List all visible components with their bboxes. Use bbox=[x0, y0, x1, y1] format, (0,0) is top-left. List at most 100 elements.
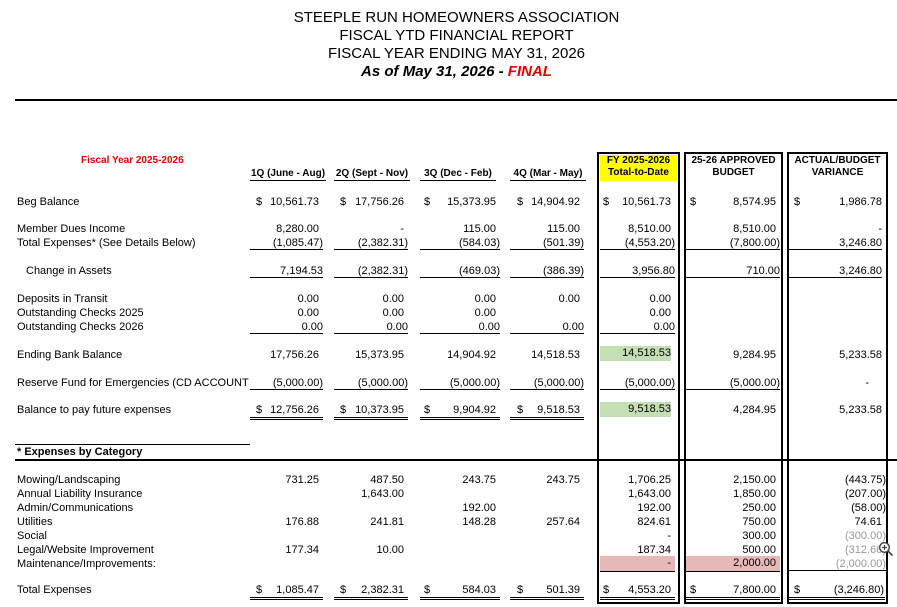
cell-q2: 15,373.95 bbox=[355, 349, 404, 361]
col-header-q3: 3Q (Dec - Feb) bbox=[420, 168, 496, 181]
currency-symbol: $ bbox=[794, 196, 801, 208]
cell-q1: 0.00 bbox=[250, 321, 323, 334]
row-label: Total Expenses* (See Details Below) bbox=[17, 237, 196, 249]
cell-budget: 500.00 bbox=[742, 544, 776, 556]
cell-q1: 176.88 bbox=[285, 516, 319, 528]
currency-symbol: $ bbox=[256, 584, 263, 596]
row-label: Admin/Communications bbox=[17, 502, 134, 514]
row-label: Deposits in Transit bbox=[17, 293, 108, 305]
cell-variance: 5,233.58 bbox=[839, 404, 882, 416]
currency-symbol: $ bbox=[340, 196, 347, 208]
cell-q1: 7,194.53 bbox=[250, 265, 323, 278]
cell-variance: - bbox=[878, 223, 882, 235]
cell-q1: 0.00 bbox=[297, 293, 319, 305]
section-divider bbox=[15, 459, 897, 461]
row-label: Utilities bbox=[17, 516, 53, 528]
cell-q3: (5,000.00) bbox=[420, 377, 500, 390]
cell-q1: (5,000.00) bbox=[250, 377, 323, 390]
cell-fy: 8,510.00 bbox=[628, 223, 671, 235]
variance-header-line2: VARIANCE bbox=[811, 167, 864, 178]
currency-symbol: $ bbox=[517, 196, 524, 208]
currency-symbol: $ bbox=[517, 584, 524, 596]
currency-symbol: $ bbox=[690, 584, 697, 596]
final-status: FINAL bbox=[507, 63, 552, 80]
row-label: Total Expenses bbox=[17, 584, 92, 596]
report-title-type: FISCAL YTD FINANCIAL REPORT bbox=[339, 27, 574, 44]
header-divider bbox=[15, 99, 897, 101]
currency-symbol: $ bbox=[424, 196, 431, 208]
cell-variance: (443.75) bbox=[845, 474, 886, 486]
cell-q1: 10,561.73 bbox=[270, 196, 319, 208]
currency-symbol: $ bbox=[794, 584, 801, 596]
report-title-association: STEEPLE RUN HOMEOWNERS ASSOCIATION bbox=[293, 9, 620, 26]
cell-q4: 9,518.53 bbox=[537, 404, 580, 416]
cell-q3: 192.00 bbox=[462, 502, 496, 514]
cell-fy: 0.00 bbox=[649, 293, 671, 305]
cell-variance: (3,246.80) bbox=[833, 584, 884, 596]
row-label: Beg Balance bbox=[17, 196, 80, 208]
cell-q3: 584.03 bbox=[462, 584, 496, 596]
cell-q3: 148.28 bbox=[462, 516, 496, 528]
section-divider-short bbox=[15, 444, 250, 445]
cell-q3: (469.03) bbox=[420, 265, 500, 278]
cell-variance: 5,233.58 bbox=[839, 349, 882, 361]
currency-symbol: $ bbox=[256, 196, 263, 208]
cell-budget: 4,284.95 bbox=[733, 404, 776, 416]
fy-header-line2: Total-to-Date bbox=[608, 167, 669, 178]
col-header-q4: 4Q (Mar - May) bbox=[510, 168, 586, 181]
cell-q2: 2,382.31 bbox=[361, 584, 404, 596]
cell-q4: 0.00 bbox=[558, 293, 580, 305]
cell-q2: (2,382.31) bbox=[334, 265, 408, 278]
cell-fy: 187.34 bbox=[637, 544, 671, 556]
cell-q1: 177.34 bbox=[285, 544, 319, 556]
cell-budget: 8,574.95 bbox=[733, 196, 776, 208]
cell-budget: 750.00 bbox=[742, 516, 776, 528]
row-label: Member Dues Income bbox=[17, 223, 126, 235]
cell-q2: 1,643.00 bbox=[361, 488, 404, 500]
cell-q1: 0.00 bbox=[297, 307, 319, 319]
cell-fy: 192.00 bbox=[637, 502, 671, 514]
currency-symbol: $ bbox=[690, 196, 697, 208]
row-label: Outstanding Checks 2026 bbox=[17, 321, 144, 333]
cell-fy: 10,561.73 bbox=[622, 196, 671, 208]
cell-variance: (300.00) bbox=[845, 530, 886, 542]
cell-q3: 115.00 bbox=[463, 223, 496, 235]
currency-symbol: $ bbox=[603, 196, 610, 208]
row-label: Annual Liability Insurance bbox=[17, 488, 143, 500]
cell-q3: 243.75 bbox=[462, 474, 496, 486]
cell-fy: 4,553.20 bbox=[628, 584, 671, 596]
currency-symbol: $ bbox=[603, 584, 610, 596]
cell-q2: 0.00 bbox=[382, 293, 404, 305]
cell-variance: 74.61 bbox=[854, 516, 882, 528]
cell-budget: 710.00 bbox=[686, 265, 780, 278]
cell-q3: 15,373.95 bbox=[447, 196, 496, 208]
cell-variance: - bbox=[865, 377, 869, 389]
cell-fy: 1,706.25 bbox=[628, 474, 671, 486]
currency-symbol: $ bbox=[517, 404, 524, 416]
currency-symbol: $ bbox=[424, 584, 431, 596]
col-header-fy-total: FY 2025-2026 Total-to-Date bbox=[600, 155, 677, 181]
cell-q2: 487.50 bbox=[370, 474, 404, 486]
cell-q4: 115.00 bbox=[547, 223, 580, 235]
cell-variance: (2,000.00) bbox=[789, 558, 886, 571]
cell-q1: 12,756.26 bbox=[270, 404, 319, 416]
cell-variance: (58.00) bbox=[851, 502, 886, 514]
cell-fy-highlighted: 9,518.53 bbox=[600, 402, 671, 417]
cell-q2: 0.00 bbox=[334, 321, 408, 334]
col-header-q2: 2Q (Sept - Nov) bbox=[334, 168, 410, 181]
cell-fy: 0.00 bbox=[649, 307, 671, 319]
cell-fy: 0.00 bbox=[600, 321, 675, 334]
report-title-year: FISCAL YEAR ENDING MAY 31, 2026 bbox=[327, 45, 586, 62]
cell-q2: (5,000.00) bbox=[334, 377, 408, 390]
cell-q4: 14,904.92 bbox=[531, 196, 580, 208]
row-label: Ending Bank Balance bbox=[17, 349, 123, 361]
cell-q2: 17,756.26 bbox=[355, 196, 404, 208]
cell-variance: 3,246.80 bbox=[789, 237, 882, 250]
fy-header-line1: FY 2025-2026 bbox=[606, 155, 671, 166]
row-label: Maintenance/Improvements: bbox=[17, 558, 156, 570]
budget-header-line2: BUDGET bbox=[712, 167, 755, 178]
row-label: Social bbox=[17, 530, 47, 542]
cell-budget-highlighted: 2,000.00 bbox=[686, 556, 780, 572]
cell-variance: 3,246.80 bbox=[789, 265, 882, 278]
zoom-in-icon[interactable] bbox=[878, 541, 894, 557]
